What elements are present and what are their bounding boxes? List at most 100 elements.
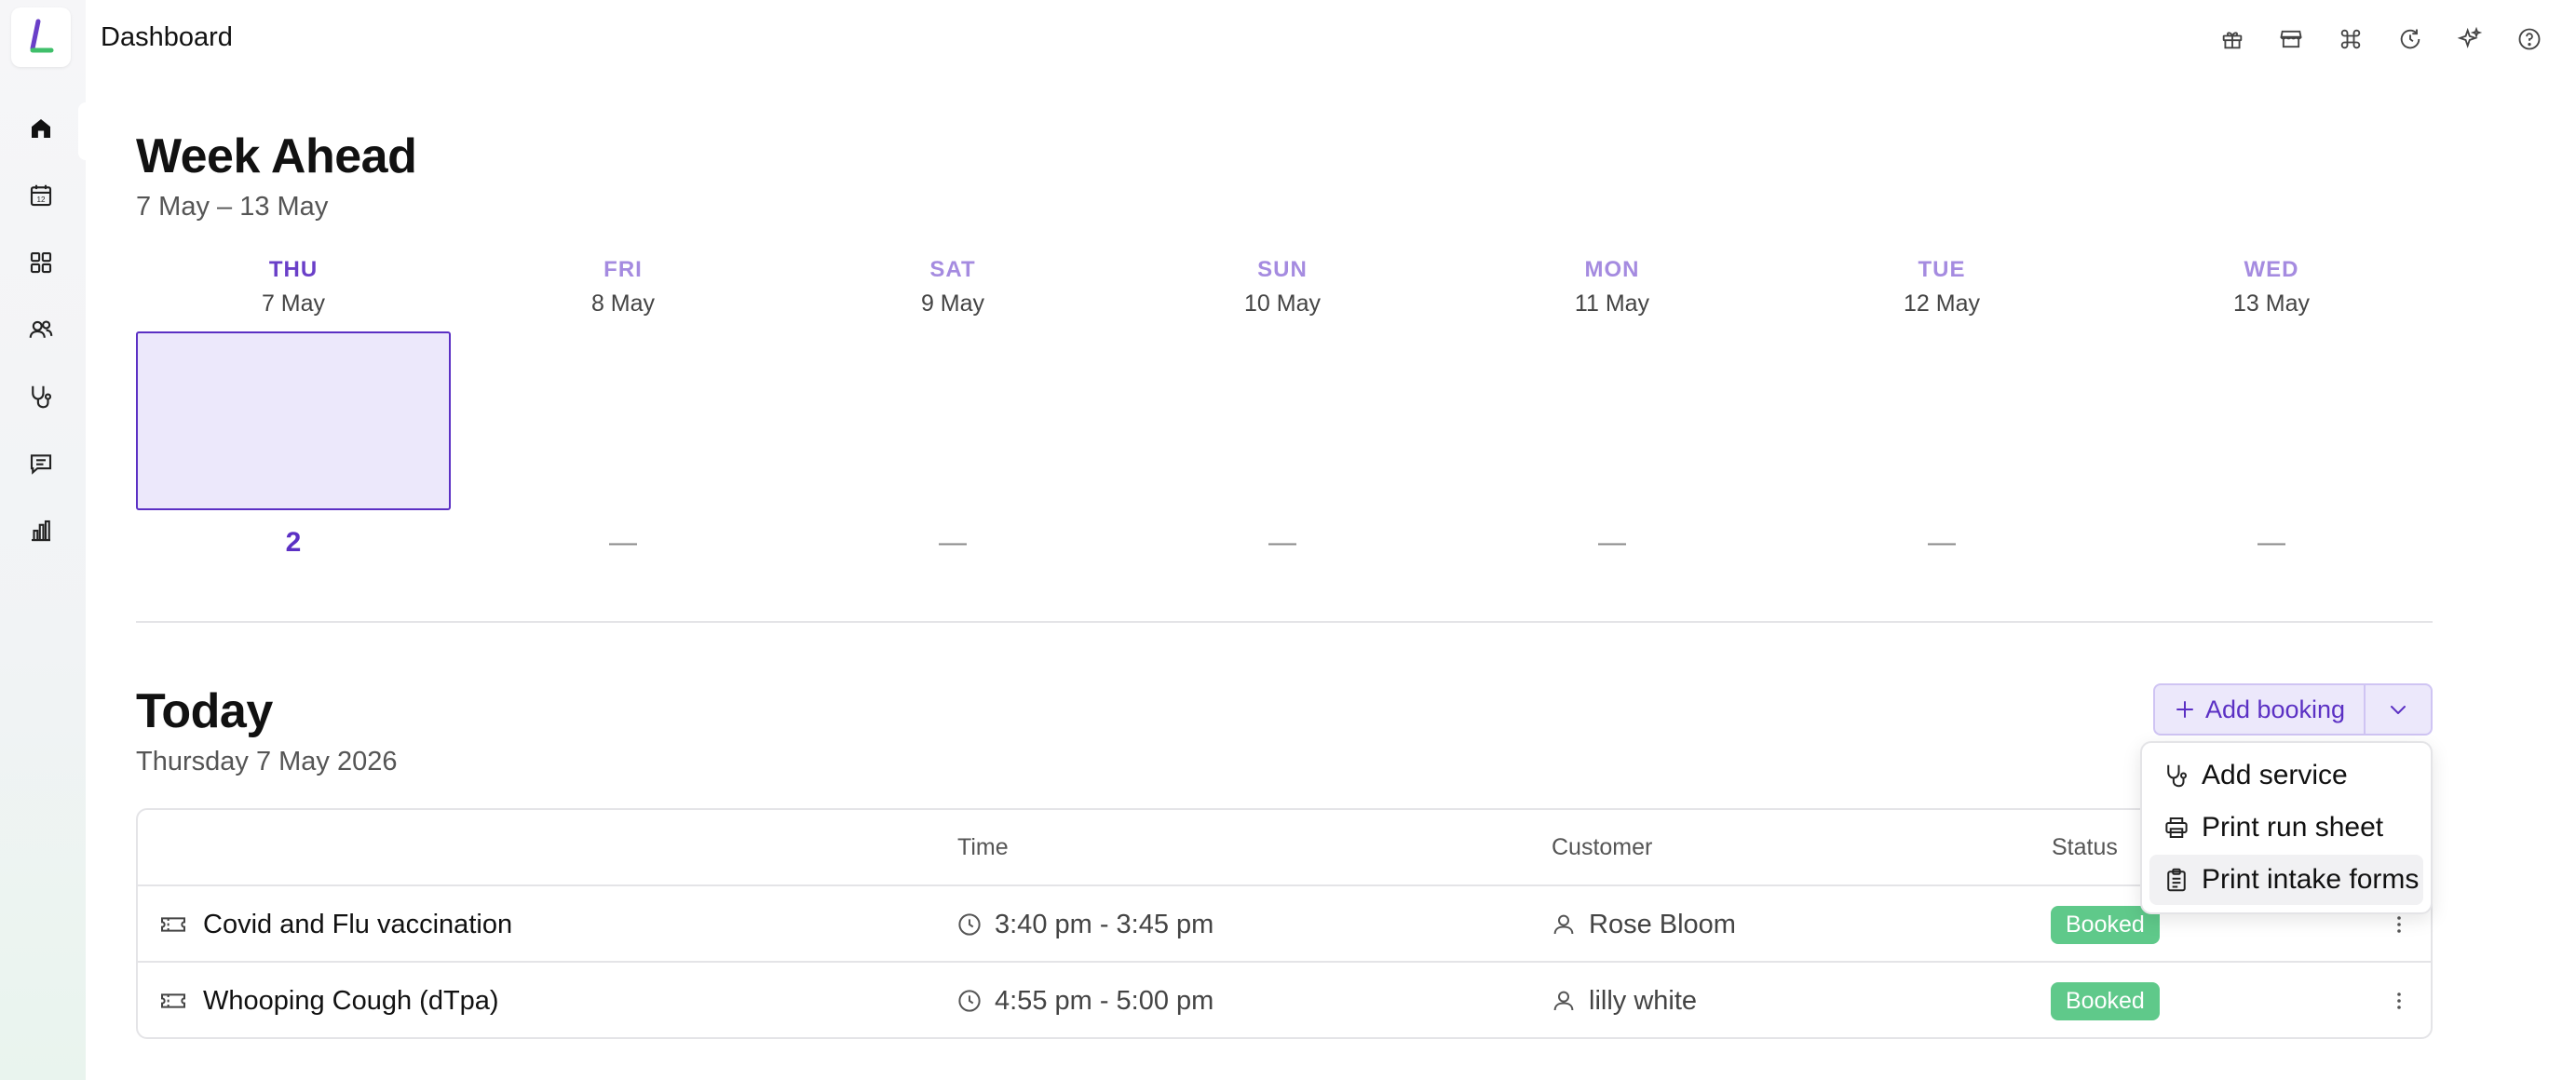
day-mon[interactable]: MON 11 May [1454, 257, 1770, 317]
day-name: MON [1584, 257, 1640, 282]
menu-item-print-intake-forms[interactable]: Print intake forms [2149, 855, 2423, 905]
day-name: TUE [1918, 257, 1966, 282]
column-header-customer[interactable]: Customer [1552, 834, 1652, 861]
store-icon [2280, 30, 2302, 48]
day-date: 7 May [261, 290, 326, 317]
day-booking-count: 2 [285, 527, 302, 558]
menu-item-print-run-sheet[interactable]: Print run sheet [2149, 803, 2423, 853]
gift-button[interactable] [2212, 19, 2253, 60]
column-header-status[interactable]: Status [2052, 834, 2118, 861]
command-button[interactable] [2330, 19, 2371, 60]
plus-icon [2176, 701, 2193, 718]
table-header: Time Customer Status [138, 810, 2431, 886]
ai-assistant-button[interactable] [2449, 19, 2490, 60]
sidebar-item-reports[interactable] [19, 508, 63, 553]
day-booking-count: — [1598, 527, 1626, 558]
day-wed[interactable]: WED 13 May [2113, 257, 2430, 317]
day-date: 8 May [590, 290, 656, 317]
active-nav-indicator [78, 102, 88, 160]
day-sat[interactable]: SAT 9 May [794, 257, 1111, 317]
day-date: 11 May [1574, 290, 1650, 317]
today-date: Thursday 7 May 2026 [136, 747, 398, 776]
service-ticket-icon [158, 963, 188, 1037]
grid-icon [30, 251, 52, 274]
add-booking-button[interactable]: Add booking [2155, 685, 2364, 734]
service-ticket-icon [158, 886, 188, 963]
today-title: Today [136, 684, 273, 738]
day-booking-count: — [939, 527, 967, 558]
svg-text:12: 12 [36, 196, 46, 204]
add-booking-menu-toggle[interactable] [2366, 685, 2431, 734]
add-booking-split-button: Add booking [2153, 683, 2433, 736]
day-thu[interactable]: THU 7 May [135, 257, 452, 317]
day-date: 13 May [2233, 290, 2310, 317]
more-vertical-icon [2397, 992, 2401, 1009]
sidebar-item-services[interactable] [19, 374, 63, 419]
service-name: Covid and Flu vaccination [203, 909, 513, 939]
page-title: Dashboard [101, 22, 233, 52]
add-booking-label: Add booking [2204, 695, 2346, 723]
day-name: FRI [603, 257, 643, 282]
status-badge: Booked [2051, 981, 2160, 1020]
help-icon [2518, 28, 2541, 50]
day-fri[interactable]: FRI 8 May [465, 257, 781, 317]
history-button[interactable] [2390, 19, 2431, 60]
users-icon [29, 320, 53, 338]
clock-icon-wrap [956, 886, 983, 963]
message-icon [30, 454, 52, 475]
day-name: THU [268, 257, 319, 282]
app-logo[interactable] [11, 7, 71, 67]
day-booking-count: — [609, 527, 637, 558]
day-tue[interactable]: TUE 12 May [1783, 257, 2100, 317]
sidebar-item-customers[interactable] [19, 307, 63, 352]
day-date: 12 May [1904, 290, 1980, 317]
sidebar-item-calendar[interactable]: 12 [19, 173, 63, 218]
week-ahead-range: 7 May – 13 May [136, 192, 329, 222]
sidebar-item-messages[interactable] [19, 441, 63, 486]
customer-name[interactable]: Rose Bloom [1589, 886, 1736, 963]
day-name: SUN [1257, 257, 1308, 282]
day-name: SAT [929, 257, 976, 282]
help-button[interactable] [2509, 19, 2550, 60]
day-booking-count: — [1928, 527, 1956, 558]
person-icon-wrap [1550, 886, 1578, 963]
day-date: 9 May [920, 290, 985, 317]
service-name: Whooping Cough (dTpa) [203, 985, 499, 1016]
table-row[interactable]: Covid and Flu vaccination 3:40 pm - 3:45… [138, 886, 2431, 963]
row-actions-button[interactable] [2380, 963, 2418, 1037]
day-bar-thu[interactable] [136, 331, 451, 510]
calendar-icon: 12 [30, 184, 52, 207]
table-row[interactable]: Whooping Cough (dTpa) 4:55 pm - 5:00 pm … [138, 963, 2431, 1037]
clock-icon-wrap [956, 963, 983, 1037]
person-icon [1553, 914, 1574, 935]
store-button[interactable] [2271, 19, 2312, 60]
week-ahead-title: Week Ahead [136, 129, 417, 183]
column-header-time[interactable]: Time [957, 834, 1009, 861]
menu-item-add-service[interactable]: Add service [2149, 750, 2423, 801]
booking-time: 3:40 pm - 3:45 pm [995, 909, 1214, 939]
command-icon [2340, 29, 2361, 49]
booking-time: 4:55 pm - 5:00 pm [995, 985, 1214, 1016]
menu-item-label: Print run sheet [2202, 812, 2384, 843]
status-cell: Booked [2051, 963, 2160, 1037]
add-booking-dropdown-menu: Add service Print run sheet Print intake… [2140, 741, 2433, 914]
sparkle-icon [2457, 26, 2483, 48]
day-sun[interactable]: SUN 10 May [1124, 257, 1441, 317]
stethoscope-icon [2167, 764, 2187, 788]
menu-item-label: Print intake forms [2202, 864, 2420, 895]
customer-name[interactable]: lilly white [1589, 963, 1697, 1037]
logo-icon [30, 19, 54, 53]
ticket-icon [161, 917, 185, 932]
section-divider [136, 621, 2433, 623]
ticket-icon [161, 993, 185, 1008]
sidebar-item-home[interactable] [19, 106, 63, 151]
more-vertical-icon [2397, 916, 2401, 933]
clock-icon [958, 913, 981, 936]
sidebar-item-apps[interactable] [19, 240, 63, 285]
person-icon-wrap [1550, 963, 1578, 1037]
stethoscope-icon [32, 385, 52, 409]
menu-item-label: Add service [2202, 760, 2348, 790]
today-bookings-table: Time Customer Status Covid and Flu vacci… [136, 808, 2433, 1039]
day-name: WED [2244, 257, 2299, 282]
clock-icon [958, 990, 981, 1012]
